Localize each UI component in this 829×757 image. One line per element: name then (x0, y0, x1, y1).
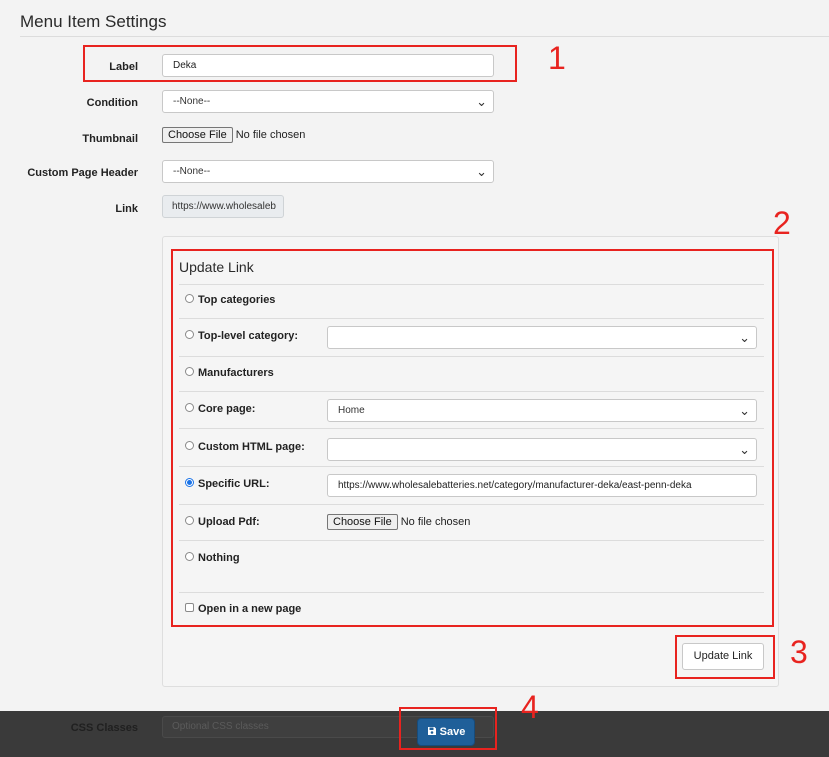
thumbnail-file-status: No file chosen (235, 129, 306, 141)
custom-header-field-label: Custom Page Header (27, 167, 138, 179)
annotation-box-1 (83, 45, 517, 82)
custom-header-select[interactable]: --None-- ⌄ (162, 160, 494, 183)
custom-header-select-value: --None-- (173, 166, 211, 177)
page-title: Menu Item Settings (20, 12, 167, 31)
thumbnail-choose-file-button[interactable]: Choose File (162, 127, 233, 143)
link-field-label: Link (115, 203, 138, 215)
annotation-box-4 (399, 707, 497, 750)
annotation-number-2: 2 (773, 205, 791, 241)
annotation-number-1: 1 (548, 40, 566, 76)
css-classes-label: CSS Classes (70, 722, 138, 734)
annotation-box-3 (675, 635, 775, 679)
condition-field-label: Condition (86, 97, 138, 109)
chevron-down-icon: ⌄ (476, 94, 487, 109)
condition-select-value: --None-- (173, 96, 211, 107)
annotation-number-4: 4 (521, 689, 539, 725)
condition-select[interactable]: --None-- ⌄ (162, 90, 494, 113)
thumbnail-field-label: Thumbnail (82, 133, 138, 145)
annotation-number-3: 3 (790, 634, 808, 670)
link-readonly-field: https://www.wholesaleb (162, 195, 284, 218)
title-divider (20, 36, 829, 37)
chevron-down-icon: ⌄ (476, 164, 487, 179)
annotation-box-2 (171, 249, 774, 627)
thumbnail-file-input[interactable]: Choose File No file chosen (162, 125, 305, 143)
